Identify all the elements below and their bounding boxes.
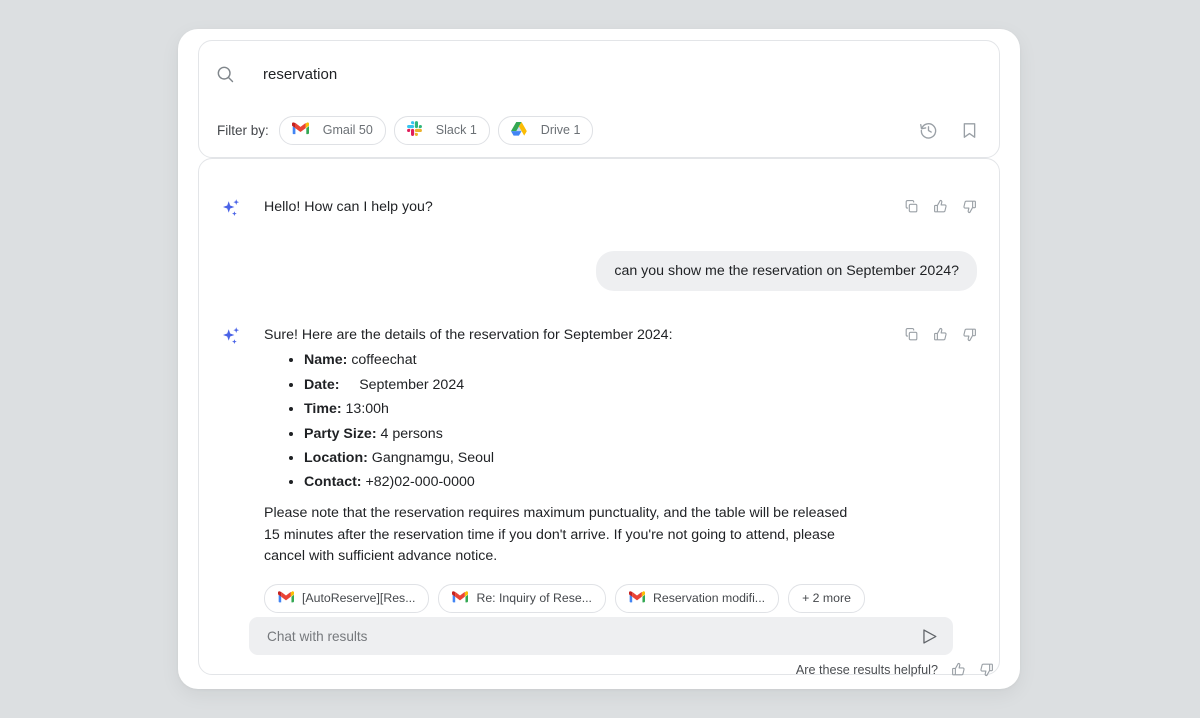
reservation-note: Please note that the reservation require… — [264, 504, 848, 565]
detail-item-name: Name: coffeechat — [304, 348, 892, 372]
detail-value: 13:00h — [341, 401, 389, 418]
filter-chip-gmail[interactable]: Gmail 50 — [278, 115, 386, 145]
detail-label: Name: — [304, 352, 348, 369]
user-message-row: can you show me the reservation on Septe… — [199, 251, 999, 291]
send-icon[interactable] — [920, 627, 939, 646]
sparkle-icon — [221, 325, 243, 613]
thumbs-down-icon[interactable] — [962, 199, 977, 214]
detail-label: Party Size: — [304, 425, 377, 442]
detail-value: coffeechat — [347, 352, 417, 369]
results-feedback: Are these results helpful? — [796, 662, 994, 677]
thumbs-down-icon[interactable] — [962, 327, 977, 342]
source-chip-3[interactable]: Reservation modifi... — [614, 583, 780, 613]
gmail-icon — [278, 591, 294, 606]
filter-chip-drive-label: Drive 1 — [540, 123, 581, 137]
source-chip-2[interactable]: Re: Inquiry of Rese... — [438, 583, 606, 613]
message-actions — [904, 325, 977, 613]
copy-icon[interactable] — [904, 327, 919, 342]
search-input[interactable] — [263, 65, 863, 83]
source-chip-2-label: Re: Inquiry of Rese... — [476, 591, 592, 606]
detail-item-date: Date: September 2024 — [304, 373, 892, 397]
gmail-icon — [291, 122, 316, 138]
filter-chip-slack[interactable]: Slack 1 — [393, 115, 490, 145]
thumbs-up-icon[interactable] — [933, 199, 948, 214]
history-icon[interactable] — [919, 121, 938, 140]
drive-icon — [510, 121, 534, 139]
filter-by-label: Filter by: — [217, 122, 269, 138]
detail-item-location: Location: Gangnamgu, Seoul — [304, 446, 892, 470]
chat-input-bar[interactable] — [249, 617, 953, 655]
detail-value: Gangnamgu, Seoul — [367, 449, 495, 466]
slack-icon — [406, 121, 429, 139]
filter-chip-drive[interactable]: Drive 1 — [497, 115, 594, 145]
header-actions — [919, 121, 985, 140]
thumbs-up-icon[interactable] — [933, 327, 948, 342]
search-icon — [215, 64, 235, 84]
search-panel: Filter by: Gmail 50 — [198, 40, 1000, 158]
results-panel: Hello! How can I help you? can you show … — [198, 158, 1000, 675]
source-chip-1-label: [AutoReserve][Res... — [302, 591, 416, 606]
assistant-answer-intro: Sure! Here are the details of the reserv… — [264, 327, 673, 343]
source-chip-more-label: + 2 more — [802, 591, 851, 606]
detail-value: 4 persons — [376, 425, 443, 442]
thumbs-down-icon[interactable] — [979, 662, 994, 677]
message-actions — [904, 197, 977, 225]
source-chips: [AutoReserve][Res... Re: Inquiry of Rese… — [264, 583, 892, 613]
detail-value: +82)02-000-0000 — [361, 474, 475, 491]
source-chip-3-label: Reservation modifi... — [652, 591, 766, 606]
source-chip-more[interactable]: + 2 more — [788, 583, 865, 613]
detail-item-time: Time: 13:00h — [304, 397, 892, 421]
app-card: Filter by: Gmail 50 — [178, 29, 1020, 689]
assistant-greeting-text: Hello! How can I help you? — [264, 199, 433, 215]
feedback-question: Are these results helpful? — [795, 662, 938, 677]
filter-chip-slack-label: Slack 1 — [435, 123, 477, 137]
detail-item-contact: Contact: +82)02-000-0000 — [304, 470, 892, 494]
detail-label: Contact: — [304, 474, 362, 491]
detail-label: Location: — [304, 449, 368, 466]
user-message-bubble: can you show me the reservation on Septe… — [596, 251, 977, 291]
search-bar[interactable] — [199, 41, 999, 107]
detail-item-party-size: Party Size: 4 persons — [304, 422, 892, 446]
chat-input[interactable] — [265, 627, 920, 645]
sparkle-icon — [221, 197, 243, 225]
thumbs-up-icon[interactable] — [951, 662, 966, 677]
gmail-icon — [628, 591, 645, 606]
detail-label: Time: — [304, 401, 342, 418]
bookmark-icon[interactable] — [960, 121, 979, 140]
assistant-message-greeting: Hello! How can I help you? — [199, 197, 999, 225]
copy-icon[interactable] — [904, 199, 919, 214]
detail-label: Date: — [304, 376, 340, 393]
filter-chip-gmail-label: Gmail 50 — [322, 123, 373, 137]
detail-value: September 2024 — [339, 376, 465, 393]
source-chip-1[interactable]: [AutoReserve][Res... — [264, 583, 430, 613]
filter-row: Filter by: Gmail 50 Slack 1 Drive 1 — [217, 112, 985, 148]
assistant-message-answer: Sure! Here are the details of the reserv… — [199, 325, 999, 613]
gmail-icon — [452, 591, 469, 606]
reservation-detail-list: Name: coffeechat Date: September 2024 Ti… — [264, 348, 892, 495]
